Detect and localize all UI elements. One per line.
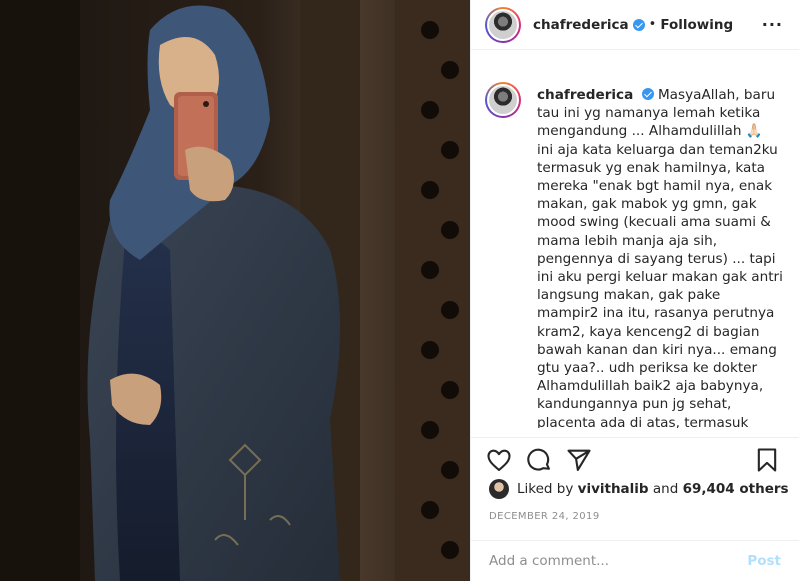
- post-photo[interactable]: [0, 0, 470, 581]
- likes-prefix: Liked by: [517, 481, 574, 497]
- following-button[interactable]: Following: [660, 17, 733, 33]
- post-comment-button[interactable]: Post: [747, 553, 781, 569]
- author-avatar[interactable]: [485, 6, 521, 43]
- likes-summary: Liked by vivithalib and 69,404 others: [489, 479, 789, 499]
- post-header: chafrederica • Following ···: [471, 0, 799, 50]
- likes-conjunction: and: [652, 481, 679, 497]
- heart-icon[interactable]: [485, 446, 513, 474]
- post-date: DECEMBER 24, 2019: [489, 511, 600, 522]
- author-username[interactable]: chafrederica: [533, 17, 629, 33]
- paper-plane-icon[interactable]: [565, 446, 593, 474]
- more-options-icon[interactable]: ···: [762, 15, 783, 34]
- caption: chafrederica MasyaAllah, baru tau ini yg…: [537, 70, 783, 428]
- caption-verified-badge-icon: [641, 88, 654, 100]
- liker-username[interactable]: vivithalib: [578, 481, 649, 497]
- action-bar: [471, 437, 799, 481]
- comment-bubble-icon[interactable]: [525, 446, 553, 474]
- comment-form: Post: [471, 540, 799, 581]
- verified-badge-icon: [632, 18, 645, 31]
- liker-avatar[interactable]: [489, 479, 509, 499]
- caption-username[interactable]: chafrederica: [537, 87, 633, 103]
- caption-body: MasyaAllah, baru tau ini yg namanya lema…: [537, 87, 783, 428]
- bookmark-icon[interactable]: [753, 446, 781, 474]
- separator: •: [648, 17, 657, 32]
- likes-others-link[interactable]: 69,404 others: [683, 481, 789, 497]
- comment-input[interactable]: [489, 553, 748, 569]
- mirror-selfie-image: [0, 0, 470, 581]
- caption-section: chafrederica MasyaAllah, baru tau ini yg…: [471, 70, 799, 428]
- post-detail-panel: chafrederica • Following ··· chafrederic…: [470, 0, 799, 581]
- caption-author-avatar[interactable]: [485, 82, 521, 118]
